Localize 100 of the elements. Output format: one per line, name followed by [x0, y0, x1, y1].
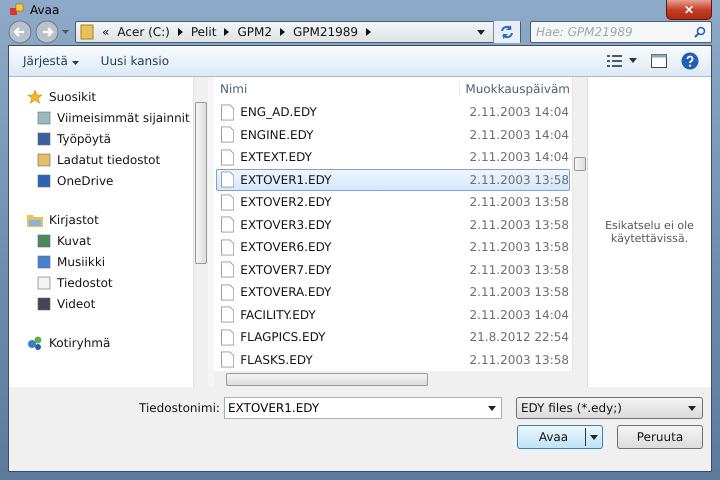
scrollbar[interactable] — [572, 76, 587, 371]
breadcrumb[interactable]: GPM21989 — [292, 25, 358, 40]
address-bar[interactable]: « Acer (C:) Pelit GPM2 GPM21989 — [75, 21, 521, 44]
file-row[interactable]: EXTOVER6.EDY 2.11.2003 13:58 — [216, 236, 570, 258]
sidebar-item[interactable]: OneDrive — [9, 170, 193, 192]
new-folder-button[interactable]: Uusi kansio — [96, 52, 174, 70]
sidebar-item[interactable]: Viimeisimmät sijainnit — [9, 108, 193, 128]
file-row[interactable]: FACILITY.EDY 2.11.2003 14:04 — [216, 304, 570, 326]
file-row[interactable]: ENG_AD.EDY 2.11.2003 14:04 — [216, 101, 570, 123]
file-date: 2.11.2003 14:04 — [470, 128, 569, 142]
column-header[interactable]: Nimi — [216, 82, 460, 96]
file-row[interactable]: EXTOVER7.EDY 2.11.2003 13:58 — [216, 258, 570, 280]
file-date: 2.11.2003 13:58 — [470, 195, 569, 209]
view-list-icon[interactable] — [607, 54, 623, 68]
file-date: 2.11.2003 13:58 — [470, 352, 569, 366]
sidebar-item[interactable]: Työpöytä — [9, 128, 193, 150]
document-icon — [221, 194, 234, 210]
file-type-dropdown[interactable]: EDY files (*.edy;) — [516, 397, 703, 419]
file-row[interactable]: EXTOVERA.EDY 2.11.2003 13:58 — [216, 281, 570, 303]
file-name: EXTOVER1.EDY — [240, 172, 332, 186]
search-icon — [694, 26, 706, 38]
file-row[interactable]: FLASKS.EDY 2.11.2003 13:58 — [216, 348, 570, 370]
file-row[interactable]: EXTOVER1.EDY 2.11.2003 13:58 — [216, 168, 570, 190]
file-date: 2.11.2003 13:58 — [470, 262, 569, 276]
file-row[interactable]: ENGINE.EDY 2.11.2003 14:04 — [216, 124, 570, 146]
file-name: FACILITY.EDY — [240, 308, 317, 322]
cancel-button[interactable]: Peruuta — [617, 425, 703, 449]
dropdown-caret-icon — [590, 434, 598, 440]
file-name: EXTEXT.EDY — [240, 150, 313, 164]
open-button[interactable]: Avaa — [517, 425, 603, 449]
sidebar-item[interactable]: Tiedostot — [9, 272, 193, 294]
breadcrumb[interactable]: Pelit — [190, 25, 216, 40]
caret-icon — [72, 60, 79, 64]
overflow-chevron[interactable]: « — [102, 25, 110, 40]
dropdown-caret-icon[interactable] — [477, 30, 485, 35]
document-icon — [221, 238, 234, 256]
refresh-icon[interactable] — [493, 21, 520, 44]
document-icon — [221, 284, 234, 300]
close-button[interactable]: ✕ — [666, 0, 712, 20]
file-date: 2.11.2003 13:58 — [470, 285, 569, 299]
file-name: EXTOVER2.EDY — [240, 195, 332, 209]
app-icon — [10, 3, 24, 18]
sidebar-item[interactable]: Kirjastot — [9, 210, 193, 230]
document-icon — [221, 104, 234, 120]
window-title: Avaa — [30, 3, 60, 18]
file-name: ENG_AD.EDY — [240, 105, 318, 119]
preview-message: Esikatselu ei ole käytettävissä. — [604, 218, 695, 245]
file-name: EXTOVER7.EDY — [240, 262, 332, 276]
dropdown-caret-icon[interactable] — [488, 406, 496, 411]
document-icon — [221, 328, 234, 346]
organize-button[interactable]: Järjestä — [19, 52, 83, 70]
document-icon — [221, 126, 234, 143]
file-row[interactable]: FLAGPICS.EDY 21.8.2012 22:54 — [216, 326, 570, 348]
sidebar-item[interactable]: Suosikit — [9, 86, 193, 108]
file-name: ENGINE.EDY — [240, 128, 315, 142]
file-row[interactable]: EXTOVER2.EDY 2.11.2003 13:58 — [216, 191, 570, 213]
file-name: EXTOVER6.EDY — [240, 240, 332, 254]
scrollbar[interactable] — [193, 76, 208, 387]
network-icon — [27, 335, 43, 351]
document-icon — [221, 351, 234, 368]
forward-button[interactable] — [35, 20, 59, 44]
file-date: 2.11.2003 13:58 — [470, 218, 569, 232]
breadcrumb-arrow-icon[interactable] — [178, 28, 183, 36]
file-row[interactable]: EXTOVER3.EDY 2.11.2003 13:58 — [216, 214, 570, 236]
document-icon — [221, 306, 234, 323]
sidebar-item[interactable]: Ladatut tiedostot — [9, 150, 193, 170]
file-date: 2.11.2003 14:04 — [470, 308, 569, 322]
document-icon — [221, 261, 234, 278]
breadcrumb-arrow-icon[interactable] — [280, 28, 285, 36]
document-icon — [221, 216, 234, 233]
folder-icon — [80, 24, 94, 40]
sidebar-item[interactable]: Kuvat — [9, 230, 193, 252]
folder-icon — [27, 213, 43, 227]
search-field[interactable]: Hae: GPM21989 — [530, 21, 712, 44]
file-name: FLAGPICS.EDY — [240, 330, 326, 344]
sidebar-item[interactable]: Videot — [9, 294, 193, 314]
file-row[interactable]: EXTEXT.EDY 2.11.2003 14:04 — [216, 146, 570, 168]
file-name: EXTOVERA.EDY — [240, 285, 332, 299]
history-caret-icon[interactable] — [62, 30, 69, 34]
help-icon[interactable] — [681, 52, 699, 70]
breadcrumb[interactable]: GPM2 — [237, 25, 272, 40]
view-caret-icon[interactable] — [629, 58, 637, 63]
filename-label: Tiedostonimi: — [139, 401, 220, 415]
filename-field[interactable]: EXTOVER1.EDY — [224, 397, 502, 419]
breadcrumb-arrow-icon[interactable] — [366, 28, 372, 36]
dropdown-caret-icon — [688, 406, 696, 410]
file-name: EXTOVER3.EDY — [240, 218, 332, 232]
sidebar-item[interactable]: Kotiryhmä — [9, 332, 193, 354]
file-date: 2.11.2003 14:04 — [470, 105, 569, 119]
star-icon — [27, 89, 43, 105]
column-header[interactable]: Muokkauspäiväm — [459, 82, 570, 96]
sidebar-item[interactable]: Musiikki — [9, 252, 193, 272]
document-icon — [221, 171, 234, 188]
scrollbar[interactable] — [214, 371, 587, 387]
preview-pane-icon[interactable] — [651, 54, 667, 68]
file-name: FLASKS.EDY — [240, 352, 314, 366]
breadcrumb-arrow-icon[interactable] — [224, 28, 230, 36]
back-button[interactable] — [8, 20, 32, 44]
file-date: 2.11.2003 13:58 — [470, 240, 569, 254]
breadcrumb[interactable]: Acer (C:) — [117, 25, 170, 40]
